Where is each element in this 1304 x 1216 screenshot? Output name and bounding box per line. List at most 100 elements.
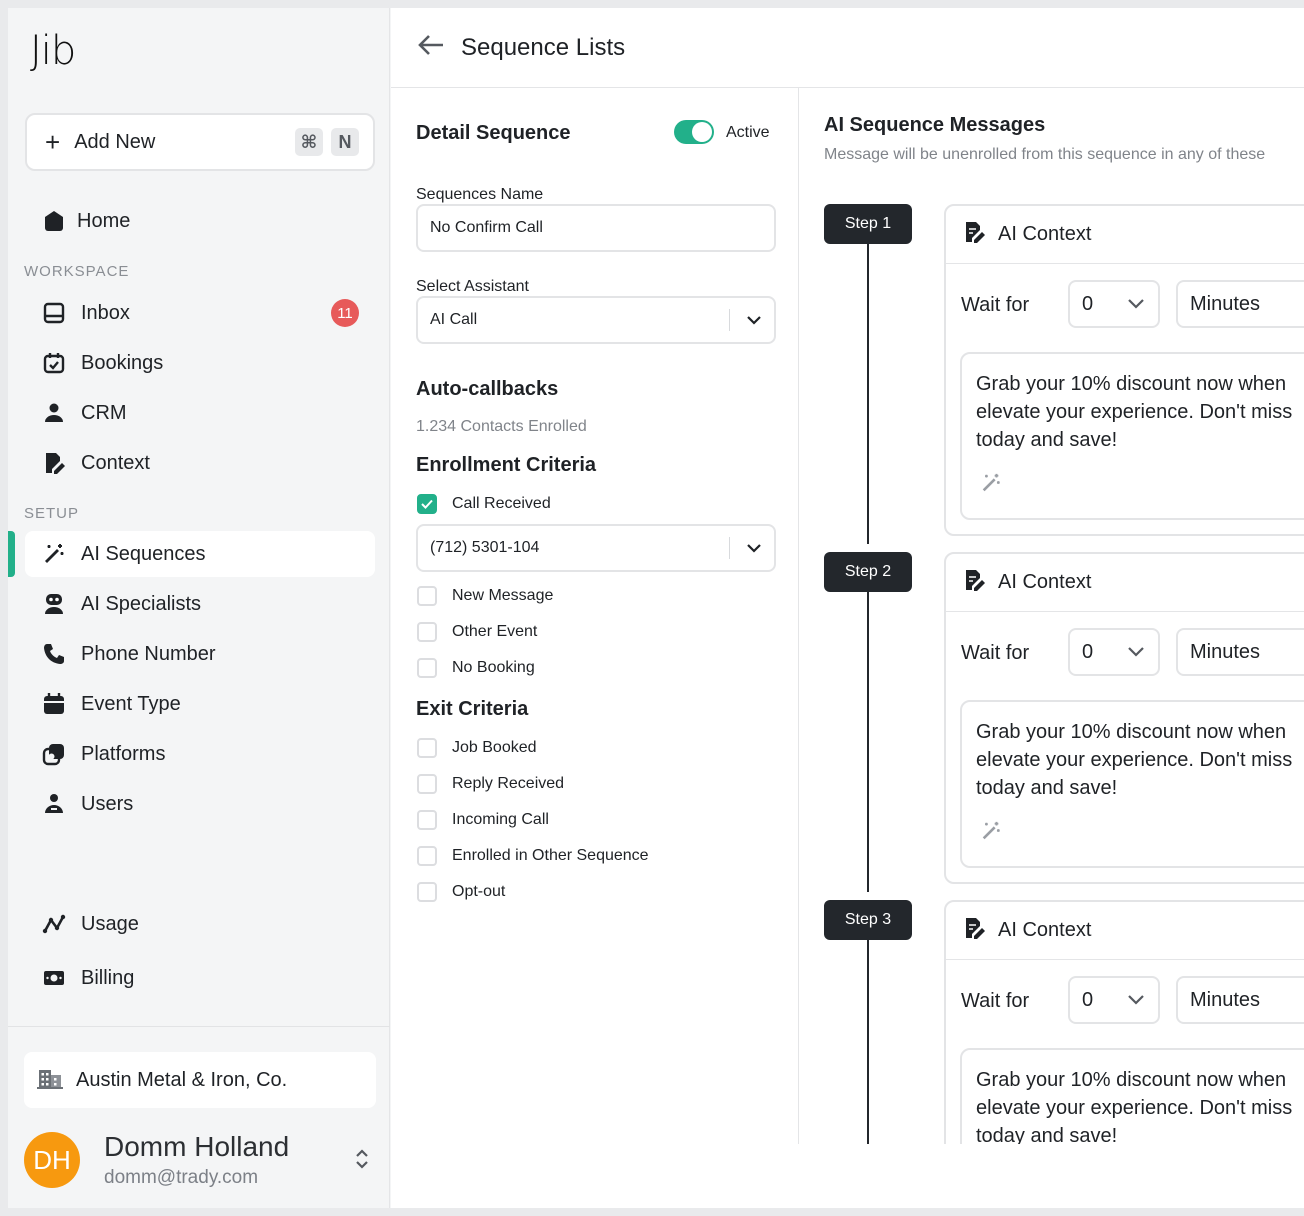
- step-3-label: Step 3: [824, 900, 912, 940]
- chevron-down-icon: [740, 543, 768, 553]
- card-header: AI Context: [946, 902, 1304, 960]
- company-switcher[interactable]: Austin Metal & Iron, Co.: [24, 1052, 376, 1108]
- sequence-name-label: Sequences Name: [416, 186, 544, 203]
- edit-document-icon: [962, 568, 986, 597]
- timeline-line: [867, 244, 869, 544]
- inbox-icon: [41, 300, 67, 326]
- magic-wand-icon[interactable]: [980, 820, 1002, 850]
- chevron-up-down-icon: [354, 1147, 370, 1172]
- job-booked-checkbox[interactable]: Job Booked: [417, 738, 537, 758]
- select-divider: [729, 309, 730, 331]
- app-logo[interactable]: Jib: [30, 28, 76, 74]
- sidebar-item-label: Platforms: [81, 742, 166, 765]
- sidebar-item-usage[interactable]: Usage: [25, 901, 375, 947]
- select-assistant-dropdown[interactable]: AI Call: [416, 296, 776, 344]
- wait-for-label: Wait for: [961, 294, 1030, 316]
- active-toggle[interactable]: [674, 120, 714, 144]
- message-text: Grab your 10% discount now when elevate …: [976, 373, 1293, 451]
- checkbox-checked-icon: [417, 494, 437, 514]
- sidebar-item-context[interactable]: Context: [25, 440, 375, 486]
- exit-criteria-title: Exit Criteria: [416, 698, 529, 720]
- sidebar-item-crm[interactable]: CRM: [25, 390, 375, 436]
- checkbox-box: [417, 846, 437, 866]
- message-textarea[interactable]: Grab your 10% discount now when elevate …: [960, 352, 1304, 520]
- sidebar-item-bookings[interactable]: Bookings: [25, 340, 375, 386]
- phone-number-dropdown[interactable]: (712) 5301-104: [416, 524, 776, 572]
- back-arrow-icon[interactable]: [417, 31, 445, 65]
- sidebar-item-phone-number[interactable]: Phone Number: [25, 631, 375, 677]
- sidebar-item-label: Billing: [81, 966, 135, 989]
- timeline-line: [867, 940, 869, 1144]
- checkbox-box: [417, 882, 437, 902]
- home-icon: [41, 208, 67, 234]
- step-1-label: Step 1: [824, 204, 912, 244]
- ai-sequence-messages-title: AI Sequence Messages: [824, 114, 1046, 136]
- magic-wand-icon: [41, 541, 67, 567]
- command-key-icon: ⌘: [295, 128, 323, 156]
- opt-out-checkbox[interactable]: Opt-out: [417, 882, 505, 902]
- phone-icon: [41, 641, 67, 667]
- checkbox-label: Other Event: [452, 623, 538, 640]
- wait-amount-value: 0: [1082, 292, 1094, 315]
- user-name: Domm Holland: [104, 1131, 290, 1162]
- wait-amount-dropdown[interactable]: 0: [1068, 976, 1160, 1024]
- checkbox-label: Opt-out: [452, 883, 506, 900]
- setup-section-label: SETUP: [24, 505, 80, 522]
- sequence-name-input[interactable]: No Confirm Call: [416, 204, 776, 252]
- new-message-checkbox[interactable]: New Message: [417, 586, 553, 606]
- magic-wand-icon[interactable]: [980, 472, 1002, 502]
- message-textarea[interactable]: Grab your 10% discount now when elevate …: [960, 1048, 1304, 1144]
- auto-callbacks-title: Auto-callbacks: [416, 378, 559, 400]
- sidebar-item-ai-specialists[interactable]: AI Specialists: [25, 581, 375, 627]
- add-new-label: Add New: [74, 130, 156, 153]
- card-title: AI Context: [998, 223, 1092, 245]
- step-1-card: AI Context Wait for 0 Minutes Grab your …: [944, 204, 1304, 536]
- checkbox-box: [417, 658, 437, 678]
- message-textarea[interactable]: Grab your 10% discount now when elevate …: [960, 700, 1304, 868]
- page-header: Sequence Lists: [391, 8, 1304, 88]
- add-new-button[interactable]: + Add New ⌘ N: [25, 113, 375, 171]
- sidebar-item-label: Phone Number: [81, 642, 216, 665]
- user-icon: [41, 400, 67, 426]
- wait-amount-dropdown[interactable]: 0: [1068, 280, 1160, 328]
- user-menu[interactable]: DH Domm Holland domm@trady.com: [24, 1128, 376, 1192]
- wait-unit-dropdown[interactable]: Minutes: [1176, 280, 1304, 328]
- chevron-down-icon: [1128, 995, 1144, 1005]
- avatar: DH: [24, 1132, 80, 1188]
- sidebar-item-label: CRM: [81, 401, 127, 424]
- checkbox-box: [417, 774, 437, 794]
- sidebar-item-ai-sequences[interactable]: AI Sequences: [25, 531, 375, 577]
- wait-unit-dropdown[interactable]: Minutes: [1176, 976, 1304, 1024]
- sidebar-item-label: Inbox: [81, 301, 130, 324]
- select-divider: [729, 537, 730, 559]
- edit-document-icon: [962, 916, 986, 945]
- reply-received-checkbox[interactable]: Reply Received: [417, 774, 564, 794]
- incoming-call-checkbox[interactable]: Incoming Call: [417, 810, 549, 830]
- sidebar-item-label: Event Type: [81, 692, 181, 715]
- edit-document-icon: [41, 450, 67, 476]
- card-title: AI Context: [998, 571, 1092, 593]
- sidebar-item-inbox[interactable]: Inbox 11: [25, 290, 375, 336]
- no-booking-checkbox[interactable]: No Booking: [417, 658, 535, 678]
- platforms-icon: [41, 741, 67, 767]
- calendar-icon: [41, 691, 67, 717]
- call-received-checkbox[interactable]: Call Received: [417, 494, 551, 514]
- wait-amount-dropdown[interactable]: 0: [1068, 628, 1160, 676]
- calendar-check-icon: [41, 350, 67, 376]
- shortcut-key: N: [331, 128, 359, 156]
- sidebar-item-label: Users: [81, 792, 134, 815]
- select-assistant-label: Select Assistant: [416, 278, 529, 295]
- robot-icon: [41, 591, 67, 617]
- sidebar-item-users[interactable]: Users: [25, 781, 375, 827]
- message-text: Grab your 10% discount now when elevate …: [976, 1069, 1293, 1144]
- sidebar-item-home[interactable]: Home: [25, 198, 375, 244]
- enrolled-other-sequence-checkbox[interactable]: Enrolled in Other Sequence: [417, 846, 649, 866]
- plus-icon: +: [45, 127, 61, 157]
- other-event-checkbox[interactable]: Other Event: [417, 622, 537, 642]
- sidebar-item-platforms[interactable]: Platforms: [25, 731, 375, 777]
- main-content: Sequence Lists Detail Sequence Active Se…: [391, 8, 1304, 1144]
- sidebar-item-event-type[interactable]: Event Type: [25, 681, 375, 727]
- sidebar-item-billing[interactable]: Billing: [25, 955, 375, 1001]
- wait-unit-dropdown[interactable]: Minutes: [1176, 628, 1304, 676]
- user-email: domm@trady.com: [104, 1167, 259, 1188]
